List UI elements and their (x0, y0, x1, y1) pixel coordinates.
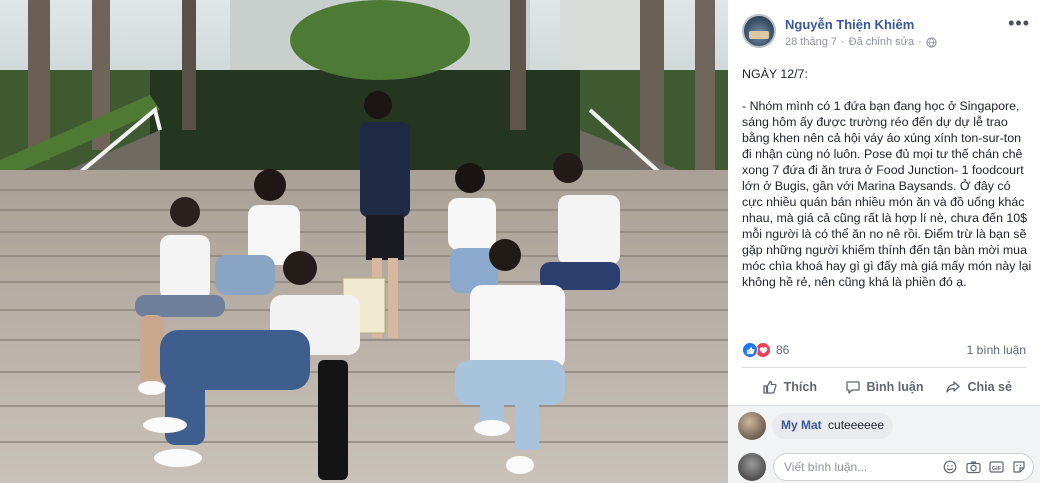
comment-text: cuteeeeee (828, 418, 885, 432)
meta-separator: · (841, 36, 845, 48)
current-user-avatar (738, 453, 766, 481)
like-icon (763, 380, 777, 394)
composer-icons: GIF (942, 459, 1027, 475)
camera-icon[interactable] (965, 459, 981, 475)
commenter-avatar[interactable] (738, 412, 766, 440)
post-photo[interactable] (0, 0, 728, 483)
comment-icon (845, 380, 860, 394)
post-meta: 28 tháng 7 · Đã chỉnh sửa · (785, 36, 937, 48)
sticker-icon[interactable] (1011, 459, 1027, 475)
comment-input-box[interactable]: GIF (773, 453, 1034, 481)
comment-button[interactable]: Bình luận (837, 368, 932, 405)
like-button[interactable]: Thích (742, 368, 837, 405)
more-icon[interactable]: ••• (1008, 14, 1030, 32)
globe-icon[interactable] (926, 36, 937, 48)
gif-icon[interactable]: GIF (988, 459, 1004, 475)
meta-separator: · (918, 36, 922, 48)
post-title: NGÀY 12/7: (742, 67, 808, 81)
post-panel: Nguyễn Thiện Khiêm 28 tháng 7 · Đã chỉnh… (728, 0, 1040, 483)
author-name[interactable]: Nguyễn Thiện Khiêm (785, 17, 914, 32)
reaction-count: 86 (776, 343, 790, 357)
emoji-icon[interactable] (942, 459, 958, 475)
group-photo-image (0, 0, 728, 483)
post-paragraph: - Nhóm mình có 1 đứa bạn đang học ở Sing… (742, 99, 1032, 289)
share-label: Chia sẻ (967, 379, 1012, 394)
share-button[interactable]: Chia sẻ (931, 368, 1026, 405)
post-stats: 86 1 bình luận (742, 341, 1026, 361)
comment-input[interactable] (774, 454, 924, 480)
svg-text:GIF: GIF (991, 466, 1001, 472)
post-date[interactable]: 28 tháng 7 (785, 36, 837, 48)
comment-composer: GIF (738, 453, 1034, 481)
like-label: Thích (783, 379, 817, 394)
post-actions: Thích Bình luận Chia sẻ (742, 367, 1026, 405)
author-avatar[interactable] (742, 14, 776, 48)
share-icon (946, 380, 961, 393)
commenter-name[interactable]: My Mat (781, 418, 822, 432)
comment-item: My Mat cuteeeeee (738, 412, 894, 440)
comment-label: Bình luận (866, 379, 924, 394)
post-header: Nguyễn Thiện Khiêm 28 tháng 7 · Đã chỉnh… (742, 14, 1030, 54)
comment-count[interactable]: 1 bình luận (967, 343, 1026, 357)
post-text: NGÀY 12/7: - Nhóm mình có 1 đứa bạn đang… (742, 66, 1034, 290)
comments-section: My Mat cuteeeeee GIF (728, 405, 1040, 483)
like-reaction-icon (742, 342, 758, 358)
comment-bubble: My Mat cuteeeeee (772, 413, 894, 439)
edited-label[interactable]: Đã chỉnh sửa (849, 36, 914, 48)
reactions-summary[interactable]: 86 (742, 342, 789, 358)
